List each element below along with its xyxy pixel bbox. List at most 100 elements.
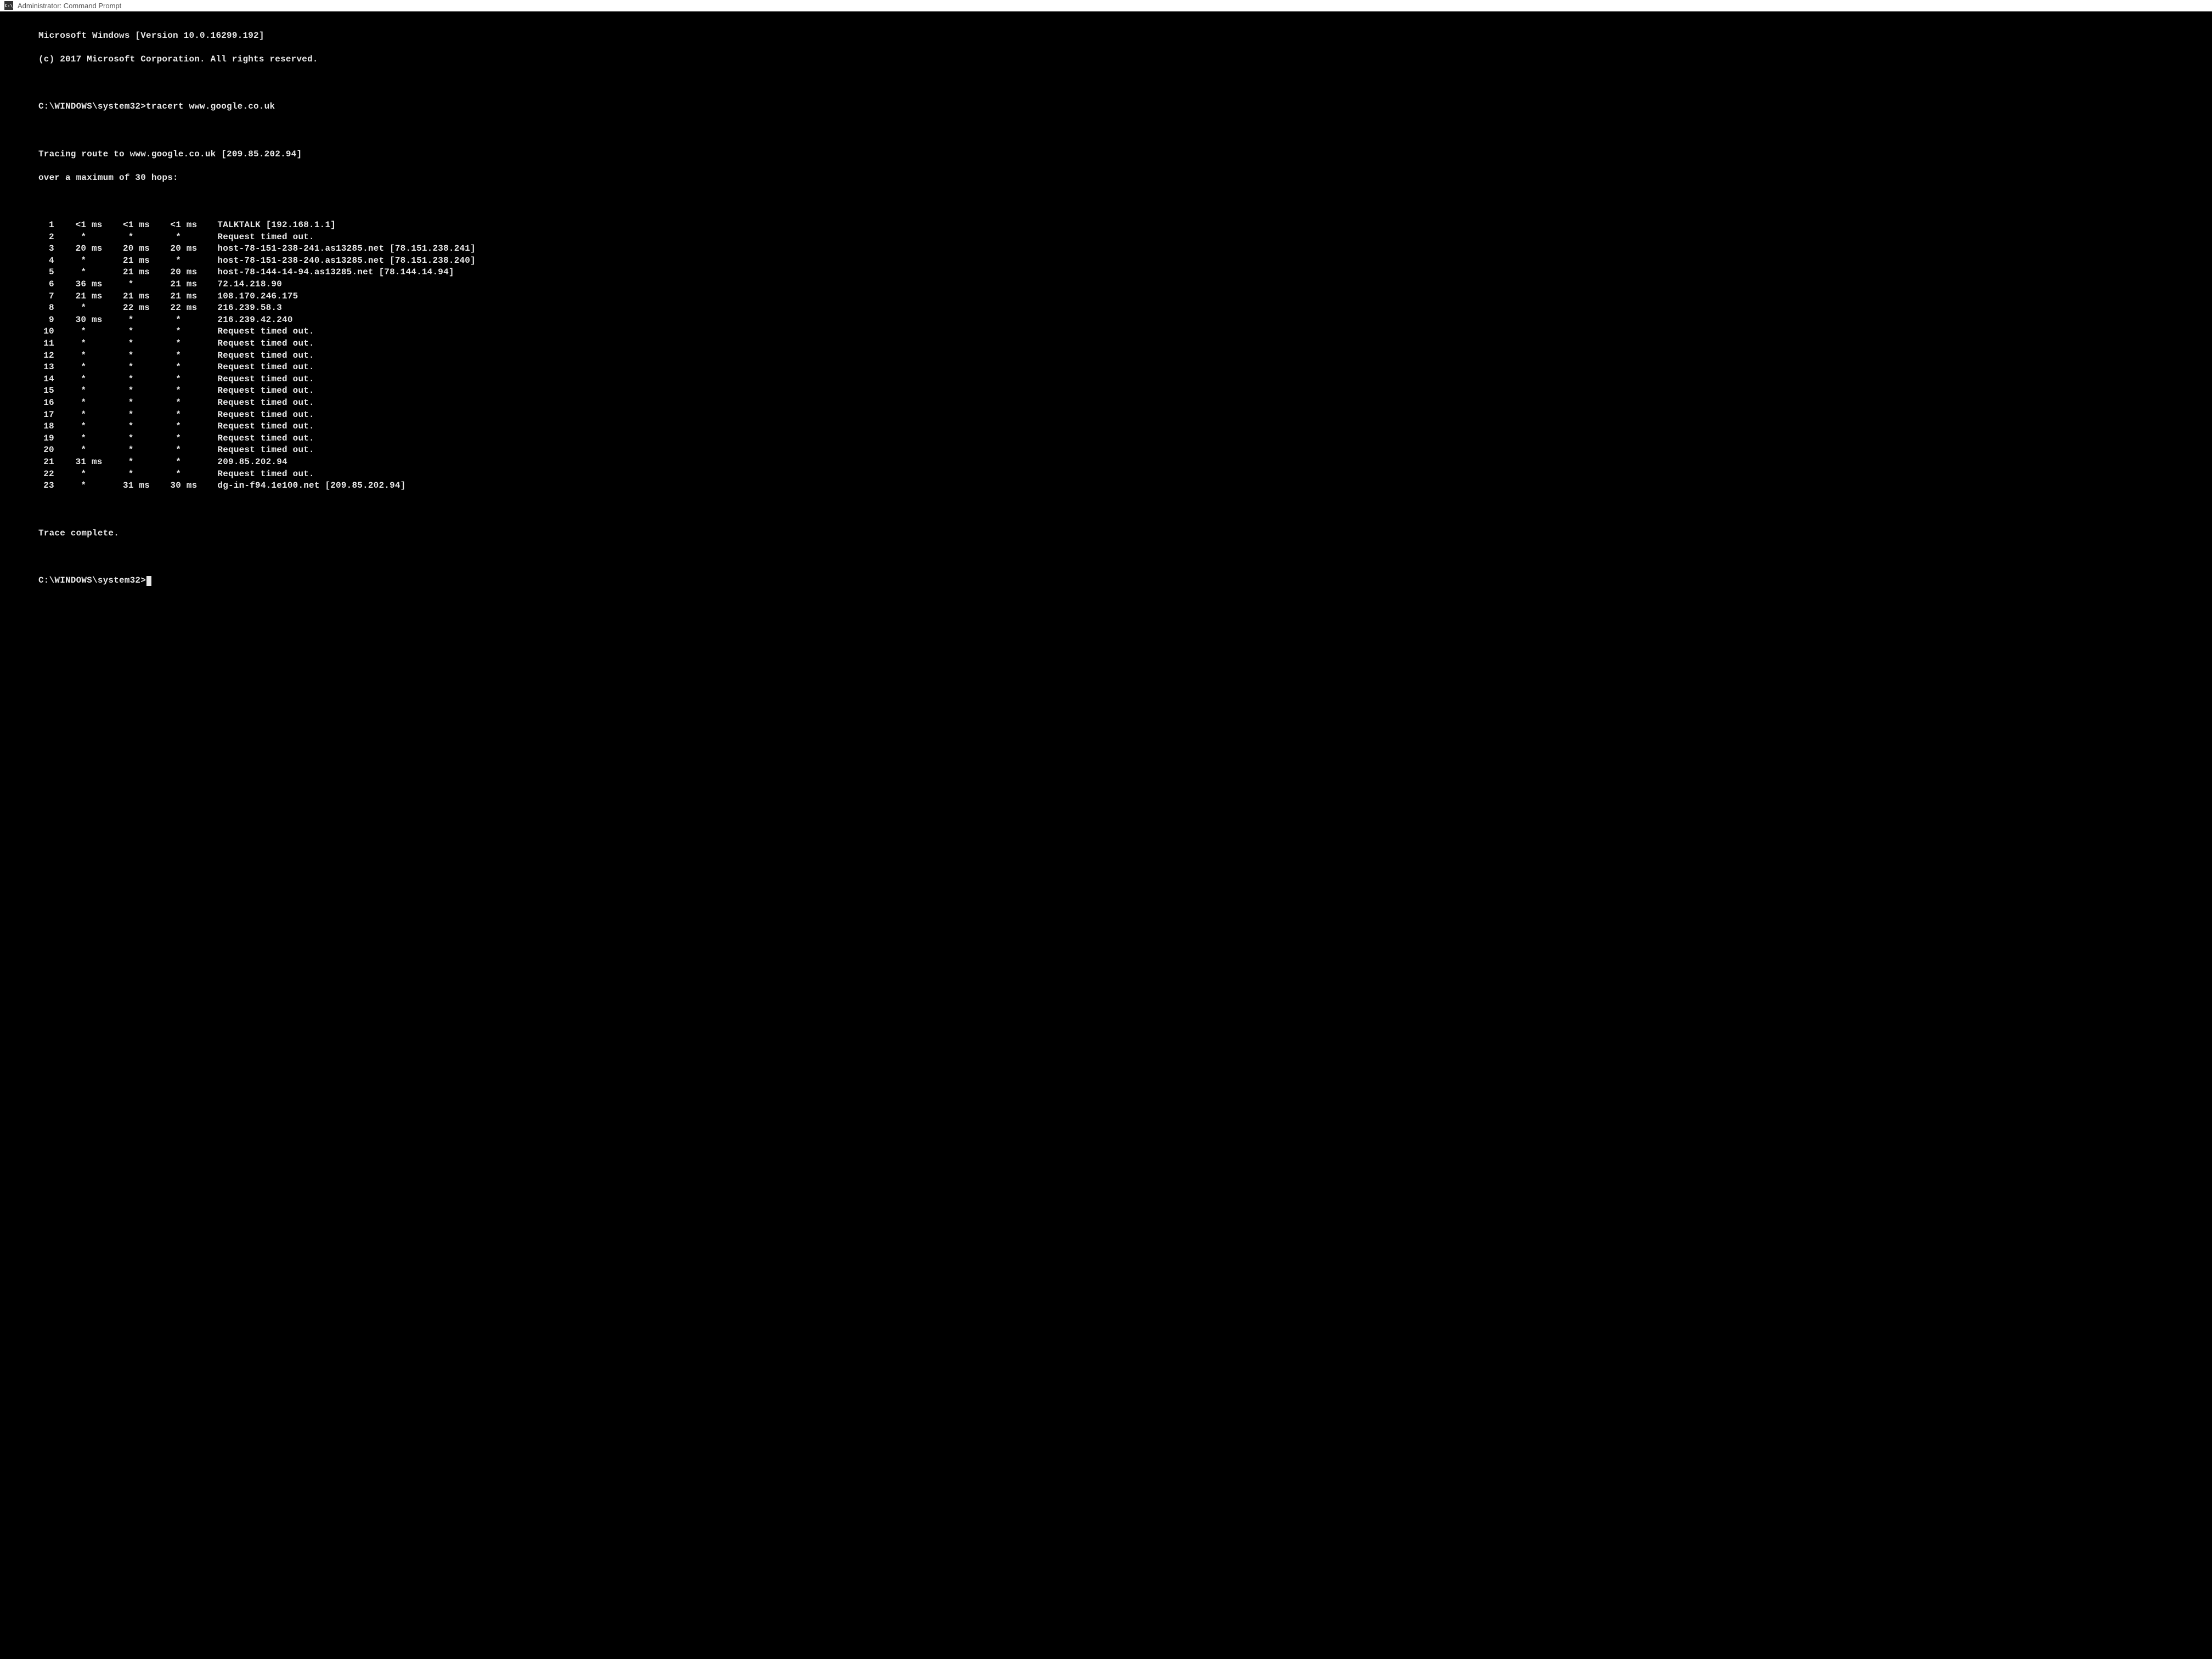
hop-row: 7 21 ms 21 ms 21 ms108.170.246.175 [38, 291, 2208, 303]
hop-host: Request timed out. [217, 350, 314, 362]
hop-time: 30 ms [160, 480, 196, 492]
hop-time: * [160, 338, 196, 350]
hop-number: 20 [38, 444, 54, 456]
version-line: Microsoft Windows [Version 10.0.16299.19… [38, 30, 2208, 42]
hop-number: 2 [38, 232, 54, 244]
window-title: Administrator: Command Prompt [18, 2, 121, 10]
hop-row: 6 36 ms * 21 ms72.14.218.90 [38, 279, 2208, 291]
hop-time: * [160, 409, 196, 421]
hop-host: Request timed out. [217, 326, 314, 338]
hop-time: * [160, 314, 196, 326]
hop-time: 21 ms [160, 279, 196, 291]
hop-row: 14 * * * Request timed out. [38, 374, 2208, 386]
hop-time: * [112, 385, 149, 397]
hop-time: * [65, 444, 101, 456]
hop-row: 18 * * * Request timed out. [38, 421, 2208, 433]
hop-host: Request timed out. [217, 444, 314, 456]
hop-time: * [112, 314, 149, 326]
hop-time: * [112, 338, 149, 350]
command-prompt-window: C:\ Administrator: Command Prompt Micros… [0, 0, 2212, 615]
hop-host: 108.170.246.175 [217, 291, 298, 303]
hop-host: Request timed out. [217, 409, 314, 421]
hop-number: 14 [38, 374, 54, 386]
hop-time: * [112, 279, 149, 291]
hop-time: * [160, 385, 196, 397]
hop-time: * [65, 433, 101, 445]
title-bar[interactable]: C:\ Administrator: Command Prompt [0, 0, 2212, 12]
hop-row: 21 31 ms * * 209.85.202.94 [38, 456, 2208, 469]
hop-time: 31 ms [65, 456, 101, 469]
hop-time: * [112, 409, 149, 421]
hop-number: 23 [38, 480, 54, 492]
hop-number: 8 [38, 302, 54, 314]
hop-time: 20 ms [65, 243, 101, 255]
hop-time: * [112, 433, 149, 445]
hop-number: 6 [38, 279, 54, 291]
hop-time: 20 ms [160, 243, 196, 255]
hop-time: 22 ms [160, 302, 196, 314]
hop-number: 4 [38, 255, 54, 267]
hop-host: Request timed out. [217, 374, 314, 386]
hop-time: * [65, 255, 101, 267]
hop-host: 209.85.202.94 [217, 456, 287, 469]
hop-host: 216.239.42.240 [217, 314, 292, 326]
hop-row: 20 * * * Request timed out. [38, 444, 2208, 456]
hop-time: 20 ms [112, 243, 149, 255]
hop-host: Request timed out. [217, 433, 314, 445]
hop-host: Request timed out. [217, 397, 314, 409]
hop-time: * [65, 385, 101, 397]
hop-host: Request timed out. [217, 385, 314, 397]
hop-row: 16 * * * Request timed out. [38, 397, 2208, 409]
hop-time: * [112, 456, 149, 469]
hop-time: * [65, 409, 101, 421]
hop-time: 21 ms [65, 291, 101, 303]
hop-number: 11 [38, 338, 54, 350]
hop-time: 30 ms [65, 314, 101, 326]
hop-number: 7 [38, 291, 54, 303]
hop-host: TALKTALK [192.168.1.1] [217, 219, 336, 232]
hop-time: * [160, 469, 196, 481]
hop-time: * [160, 326, 196, 338]
hop-time: * [160, 255, 196, 267]
hop-number: 17 [38, 409, 54, 421]
hop-time: 31 ms [112, 480, 149, 492]
hop-host: Request timed out. [217, 421, 314, 433]
command-line: C:\WINDOWS\system32>tracert www.google.c… [38, 101, 2208, 113]
hop-time: * [112, 397, 149, 409]
hop-time: * [65, 350, 101, 362]
hop-time: * [160, 433, 196, 445]
hop-time: * [65, 302, 101, 314]
hop-time: 21 ms [112, 267, 149, 279]
prompt-line[interactable]: C:\WINDOWS\system32> [38, 575, 2208, 587]
hop-time: * [160, 350, 196, 362]
hop-time: * [112, 374, 149, 386]
hop-time: * [112, 362, 149, 374]
hop-row: 8 * 22 ms 22 ms216.239.58.3 [38, 302, 2208, 314]
hop-host: 72.14.218.90 [217, 279, 282, 291]
cmd-icon: C:\ [4, 1, 13, 10]
hop-row: 22 * * * Request timed out. [38, 469, 2208, 481]
hop-time: * [65, 232, 101, 244]
hop-number: 5 [38, 267, 54, 279]
prompt-path: C:\WINDOWS\system32> [38, 101, 146, 111]
hop-time: * [160, 374, 196, 386]
hop-row: 13 * * * Request timed out. [38, 362, 2208, 374]
hop-host: 216.239.58.3 [217, 302, 282, 314]
hop-row: 9 30 ms * * 216.239.42.240 [38, 314, 2208, 326]
hop-time: <1 ms [65, 219, 101, 232]
terminal-output[interactable]: Microsoft Windows [Version 10.0.16299.19… [0, 12, 2212, 615]
trace-header-2: over a maximum of 30 hops: [38, 172, 2208, 184]
hop-number: 22 [38, 469, 54, 481]
hop-time: * [112, 469, 149, 481]
hop-number: 15 [38, 385, 54, 397]
hop-time: * [160, 397, 196, 409]
hop-number: 3 [38, 243, 54, 255]
hop-time: * [112, 444, 149, 456]
hop-time: * [160, 421, 196, 433]
trace-header-1: Tracing route to www.google.co.uk [209.8… [38, 149, 2208, 161]
hop-number: 1 [38, 219, 54, 232]
hop-time: * [65, 421, 101, 433]
hop-time: * [65, 480, 101, 492]
hops-list: 1 <1 ms <1 ms <1 msTALKTALK [192.168.1.1… [38, 219, 2208, 492]
hop-row: 2 * * * Request timed out. [38, 232, 2208, 244]
